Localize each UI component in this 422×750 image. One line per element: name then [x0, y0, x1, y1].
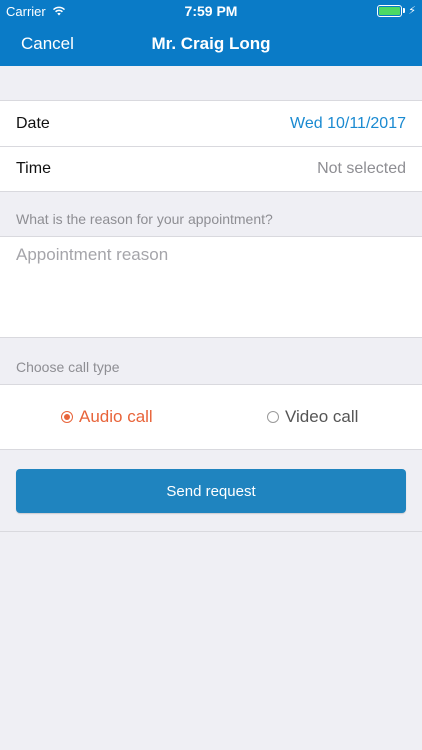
audio-call-label: Audio call [79, 407, 153, 426]
send-area: Send request [0, 450, 422, 532]
status-bar: Carrier 7:59 PM ⚡ [0, 0, 422, 22]
time-value[interactable]: Not selected [317, 160, 406, 178]
battery-icon: ⚡ [377, 4, 416, 17]
appointment-details-group: Date Wed 10/11/2017 Time Not selected [0, 100, 422, 192]
call-type-selector: Audio call Video call [0, 384, 422, 450]
reason-section-label: What is the reason for your appointment? [16, 211, 273, 227]
reason-field-container [0, 236, 422, 338]
radio-selected-icon [61, 411, 73, 423]
radio-unselected-icon [267, 411, 279, 423]
page-title: Mr. Craig Long [151, 34, 271, 53]
send-request-button[interactable]: Send request [16, 469, 406, 513]
call-type-section-label: Choose call type [16, 359, 120, 375]
video-call-option[interactable]: Video call [267, 407, 358, 427]
time-label: Time [16, 159, 51, 177]
appointment-reason-input[interactable] [0, 237, 422, 337]
audio-call-option[interactable]: Audio call [61, 407, 153, 427]
charging-bolt-icon: ⚡ [408, 5, 416, 17]
time-row[interactable]: Time Not selected [0, 146, 422, 191]
status-time: 7:59 PM [184, 3, 238, 19]
date-row[interactable]: Date Wed 10/11/2017 [0, 101, 422, 146]
video-call-label: Video call [285, 407, 359, 426]
date-label: Date [16, 114, 50, 132]
navigation-bar: Cancel Mr. Craig Long [0, 22, 422, 66]
date-value[interactable]: Wed 10/11/2017 [290, 115, 406, 133]
